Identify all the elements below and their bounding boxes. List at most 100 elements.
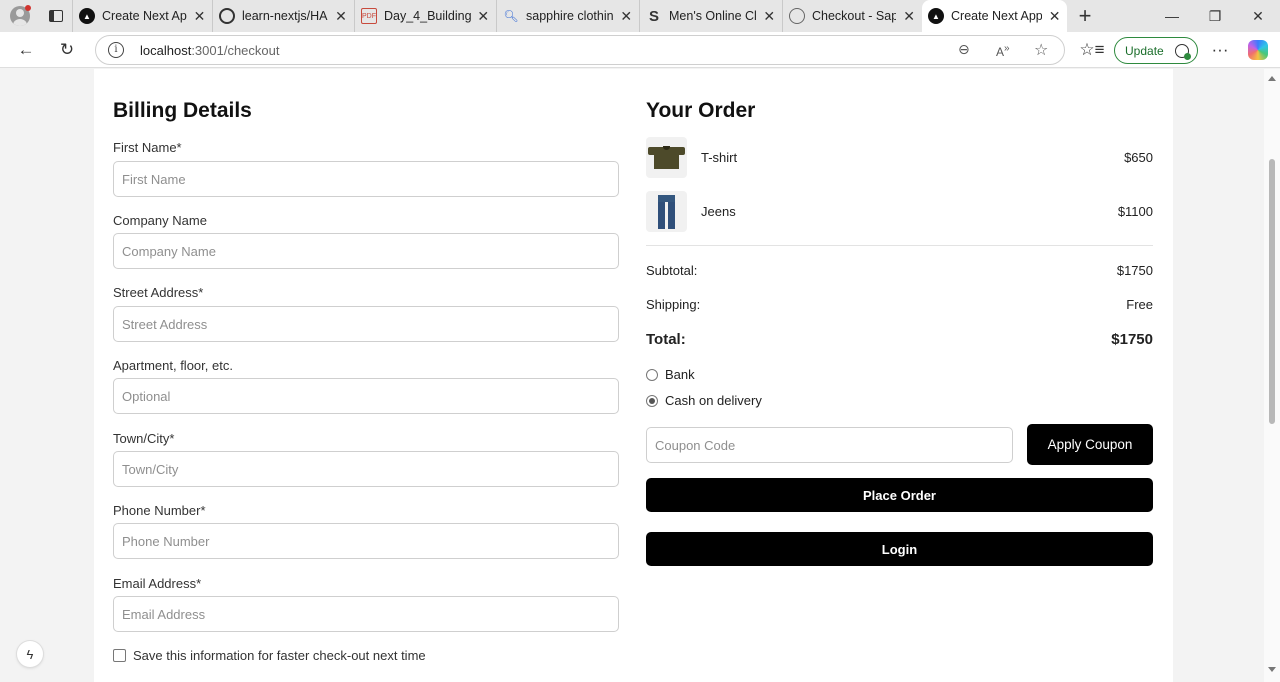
tab-title: Create Next App <box>102 9 188 23</box>
tab-title: Create Next App <box>951 9 1043 23</box>
scroll-up-icon[interactable] <box>1268 76 1276 81</box>
subtotal-label: Subtotal: <box>646 263 698 278</box>
browser-tab[interactable]: ▲ Create Next App ✕ <box>72 0 212 32</box>
browser-tab[interactable]: 🔍︎ sapphire clothing ✕ <box>496 0 639 32</box>
update-button[interactable]: Update <box>1114 37 1198 64</box>
browser-tab[interactable]: learn-nextjs/HAC ✕ <box>212 0 354 32</box>
cash-on-delivery-label: Cash on delivery <box>665 393 762 408</box>
save-info-row[interactable]: Save this information for faster check-o… <box>113 648 426 663</box>
favorite-star-icon[interactable]: ☆ <box>1034 40 1048 60</box>
tab-title: Men's Online Clo <box>669 9 757 23</box>
globe-icon <box>789 8 805 24</box>
order-item: T-shirt $650 <box>646 137 1153 179</box>
item-price: $650 <box>1124 150 1153 165</box>
tshirt-image <box>646 137 687 178</box>
save-info-label: Save this information for faster check-o… <box>133 648 426 663</box>
total-row: Total: $1750 <box>646 331 1153 348</box>
new-tab-icon[interactable]: + <box>1067 0 1103 32</box>
favorites-icon[interactable]: ☆≡ <box>1078 36 1106 64</box>
total-value: $1750 <box>1111 331 1153 348</box>
first-name-input[interactable] <box>113 161 619 197</box>
cash-on-delivery-radio[interactable] <box>646 394 658 407</box>
tab-strip: ▲ Create Next App ✕ learn-nextjs/HAC ✕ P… <box>0 0 1280 32</box>
more-menu-icon[interactable]: ··· <box>1206 36 1234 64</box>
order-title: Your Order <box>646 99 756 122</box>
back-icon[interactable]: ← <box>12 36 40 64</box>
read-aloud-icon[interactable]: A» <box>996 43 1010 59</box>
restore-icon[interactable]: ❐ <box>1194 0 1236 32</box>
browser-tab[interactable]: PDF Day_4_Building_D ✕ <box>354 0 496 32</box>
update-label: Update <box>1125 43 1164 58</box>
subtotal-value: $1750 <box>1116 263 1153 278</box>
close-icon[interactable]: ✕ <box>477 8 490 25</box>
close-icon[interactable]: ✕ <box>619 8 633 25</box>
bank-label: Bank <box>665 367 695 382</box>
coupon-code-input[interactable] <box>646 427 1013 463</box>
first-name-label: First Name* <box>113 140 182 155</box>
apartment-label: Apartment, floor, etc. <box>113 358 233 373</box>
dev-tools-bolt-icon[interactable]: ϟ <box>17 641 43 667</box>
nextjs-icon: ▲ <box>928 8 944 24</box>
s-logo-icon: S <box>648 7 659 25</box>
site-info-icon[interactable]: i <box>108 42 124 58</box>
browser-tab-active[interactable]: ▲ Create Next App ✕ <box>922 0 1067 32</box>
shipping-row: Shipping: Free <box>646 297 1153 312</box>
search-icon: 🔍︎ <box>503 9 519 23</box>
subtotal-row: Subtotal: $1750 <box>646 263 1153 278</box>
browser-toolbar: ← ↻ i localhost:3001/checkout ⊖ A» ☆ ☆≡ … <box>0 32 1280 68</box>
apply-coupon-button[interactable]: Apply Coupon <box>1027 424 1153 465</box>
minimize-icon[interactable]: — <box>1151 0 1193 32</box>
payment-option-bank[interactable]: Bank <box>646 367 695 382</box>
order-item: Jeens $1100 <box>646 191 1153 233</box>
close-icon[interactable]: ✕ <box>902 8 916 25</box>
close-icon[interactable]: ✕ <box>193 8 206 25</box>
close-icon[interactable]: ✕ <box>762 8 776 25</box>
url-path: :3001/checkout <box>191 43 280 58</box>
town-city-label: Town/City* <box>113 431 175 446</box>
address-bar[interactable]: i localhost:3001/checkout ⊖ A» ☆ <box>95 35 1065 65</box>
shipping-label: Shipping: <box>646 297 701 312</box>
nextjs-icon: ▲ <box>79 8 95 24</box>
copilot-icon[interactable] <box>1248 40 1268 60</box>
tab-actions-icon[interactable] <box>40 0 72 32</box>
login-button[interactable]: Login <box>646 532 1153 566</box>
url-host: localhost <box>140 43 192 58</box>
town-city-input[interactable] <box>113 451 619 487</box>
email-address-input[interactable] <box>113 596 619 632</box>
refresh-icon[interactable]: ↻ <box>53 36 81 64</box>
company-name-input[interactable] <box>113 233 619 269</box>
street-address-input[interactable] <box>113 306 619 342</box>
zoom-out-icon[interactable]: ⊖ <box>958 41 970 58</box>
close-icon[interactable]: ✕ <box>1048 8 1061 25</box>
close-icon[interactable]: ✕ <box>334 8 348 25</box>
apartment-input[interactable] <box>113 378 619 414</box>
bank-radio[interactable] <box>646 368 658 381</box>
scroll-down-icon[interactable] <box>1268 667 1276 672</box>
tab-title: sapphire clothing <box>526 9 614 23</box>
place-order-button[interactable]: Place Order <box>646 478 1153 512</box>
profile-avatar-icon[interactable] <box>0 0 40 32</box>
url-text[interactable]: localhost:3001/checkout <box>140 43 280 58</box>
tab-title: learn-nextjs/HAC <box>242 9 328 23</box>
save-info-checkbox[interactable] <box>113 649 126 662</box>
jeans-image <box>646 191 687 232</box>
item-name: T-shirt <box>701 150 738 165</box>
github-icon <box>219 8 235 24</box>
update-heart-icon <box>1175 44 1191 60</box>
scrollbar[interactable] <box>1264 69 1280 682</box>
browser-tab[interactable]: Checkout - Sapp ✕ <box>782 0 922 32</box>
payment-option-cod[interactable]: Cash on delivery <box>646 393 762 408</box>
pdf-icon: PDF <box>361 8 377 24</box>
scrollbar-thumb[interactable] <box>1269 159 1275 424</box>
order-divider <box>646 245 1153 246</box>
phone-number-input[interactable] <box>113 523 619 559</box>
browser-tab[interactable]: S Men's Online Clo ✕ <box>639 0 782 32</box>
close-window-icon[interactable]: ✕ <box>1237 0 1279 32</box>
shipping-value: Free <box>1126 297 1153 312</box>
phone-number-label: Phone Number* <box>113 503 206 518</box>
total-label: Total: <box>646 331 686 348</box>
tab-title: Day_4_Building_D <box>384 9 471 23</box>
company-name-label: Company Name <box>113 213 207 228</box>
item-price: $1100 <box>1117 204 1153 219</box>
street-address-label: Street Address* <box>113 285 204 300</box>
